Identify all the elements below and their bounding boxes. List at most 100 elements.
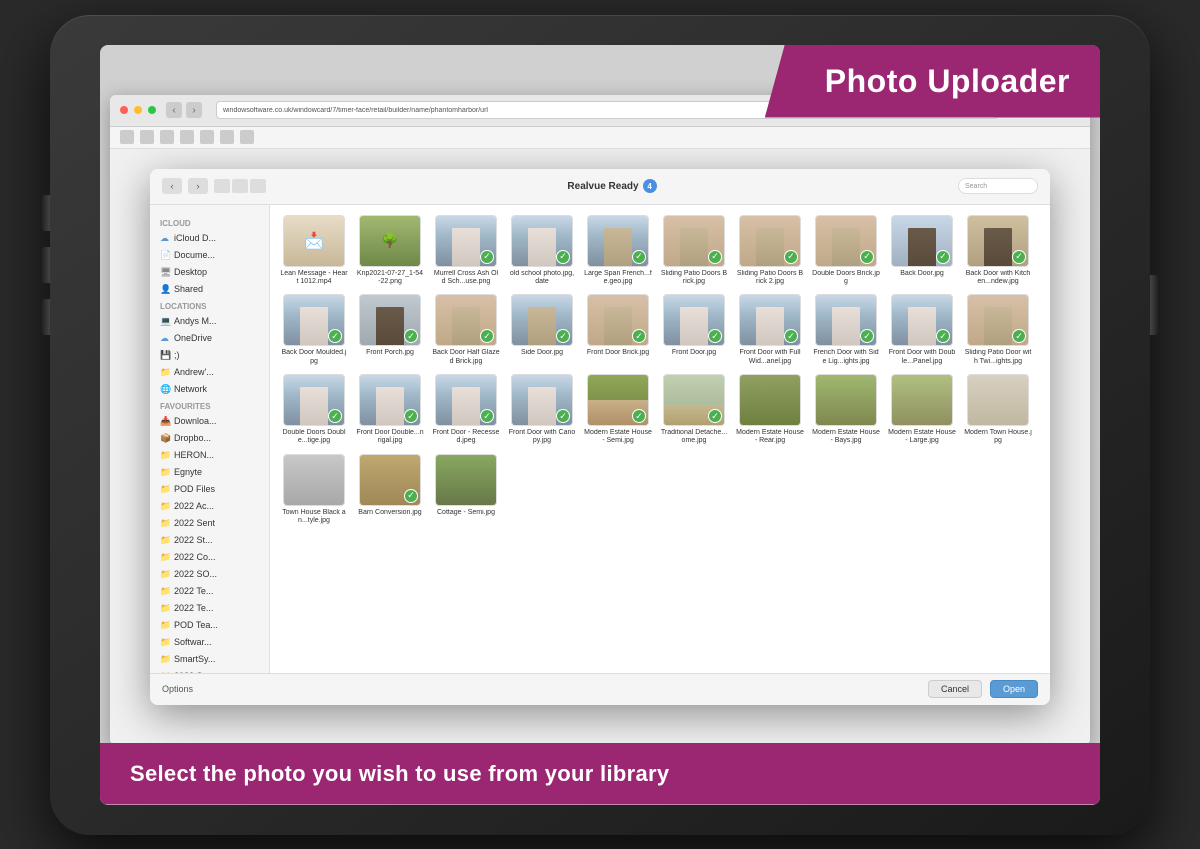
file-item-29[interactable]: Modern Estate House - Large.jpg xyxy=(888,374,956,446)
grid-view-button[interactable] xyxy=(214,179,230,193)
file-item-10[interactable]: ✓ Back Door with Kitchen...ndew.jpg xyxy=(964,215,1032,287)
sidebar-item-pod-tea[interactable]: 📁 POD Tea... xyxy=(150,617,269,634)
file-item-7[interactable]: ✓ Sliding Patio Doors Brick 2.jpg xyxy=(736,215,804,287)
file-item-9[interactable]: ✓ Back Door.jpg xyxy=(888,215,956,287)
file-item-12[interactable]: ✓ Front Porch.jpg xyxy=(356,294,424,366)
forward-nav-button[interactable]: › xyxy=(186,102,202,118)
file-item-24[interactable]: ✓ Front Door with Canopy.jpg xyxy=(508,374,576,446)
browser-window[interactable]: ‹ › windowsoftware.co.uk/windowcard/7/ti… xyxy=(110,95,1090,745)
sidebar-item-icloud-drive[interactable]: ☁ iCloud D... xyxy=(150,230,269,247)
file-item-32[interactable]: ✓ Barn Conversion.jpg xyxy=(356,454,424,526)
bottom-banner: Select the photo you wish to use from yo… xyxy=(100,743,1100,805)
volume-up-button[interactable] xyxy=(42,195,50,231)
file-item-15[interactable]: ✓ Front Door Brick.jpg xyxy=(584,294,652,366)
sidebar-item-2022co[interactable]: 📁 2022 Co... xyxy=(150,549,269,566)
sidebar-label-network: Network xyxy=(174,384,207,394)
file-item-22[interactable]: ✓ Front Door Double...nrigal.jpg xyxy=(356,374,424,446)
sidebar-item-2022so[interactable]: 📁 2022 SO... xyxy=(150,566,269,583)
sidebar-item-2022te2[interactable]: 📁 2022 Te... xyxy=(150,600,269,617)
file-item-21[interactable]: ✓ Double Doors Double...tige.jpg xyxy=(280,374,348,446)
column-view-button[interactable] xyxy=(250,179,266,193)
file-item-18[interactable]: ✓ French Door with Side Lig...ights.jpg xyxy=(812,294,880,366)
file-item-26[interactable]: ✓ Traditional Detache...ome.jpg xyxy=(660,374,728,446)
cancel-button[interactable]: Cancel xyxy=(928,680,982,698)
toolbar-icon-5[interactable] xyxy=(200,130,214,144)
picker-body: iCloud ☁ iCloud D... 📄 Docume... xyxy=(150,205,1050,673)
options-label[interactable]: Options xyxy=(162,684,193,694)
file-item-33[interactable]: Cottage - Semi.jpg xyxy=(432,454,500,526)
file-item-31[interactable]: Town House Black an...tyle.jpg xyxy=(280,454,348,526)
toolbar-icon-2[interactable] xyxy=(140,130,154,144)
sidebar-item-heron[interactable]: 📁 HERON... xyxy=(150,447,269,464)
file-item-19[interactable]: ✓ Front Door with Double...Panel.jpg xyxy=(888,294,956,366)
2022st-icon: 📁 xyxy=(160,535,170,546)
sidebar-item-dropbox[interactable]: 📦 Dropbo... xyxy=(150,430,269,447)
file-item-30[interactable]: Modern Town House.jpg xyxy=(964,374,1032,446)
file-item-28[interactable]: Modern Estate House - Bays.jpg xyxy=(812,374,880,446)
file-item-8[interactable]: ✓ Double Doors Brick.jpg xyxy=(812,215,880,287)
andrew-icon: 📁 xyxy=(160,367,170,378)
check-icon: ✓ xyxy=(784,250,798,264)
list-view-button[interactable] xyxy=(232,179,248,193)
sidebar-item-downloads[interactable]: 📥 Downloa... xyxy=(150,413,269,430)
file-item-17[interactable]: ✓ Front Door with Full Wid...anel.jpg xyxy=(736,294,804,366)
sidebar-item-drive[interactable]: 💾 ;) xyxy=(150,347,269,364)
toolbar-icon-1[interactable] xyxy=(120,130,134,144)
file-item-5[interactable]: ✓ Large Span French...fe.geo.jpg xyxy=(584,215,652,287)
file-item-4[interactable]: ✓ old school photo.jpg,date xyxy=(508,215,576,287)
toolbar-icon-7[interactable] xyxy=(240,130,254,144)
onedrive-icon: ☁ xyxy=(160,333,170,344)
file-item-23[interactable]: ✓ Front Door - Recessed.jpeg xyxy=(432,374,500,446)
sidebar-item-andrew[interactable]: 📁 Andrew'... xyxy=(150,364,269,381)
sidebar-item-smartsy[interactable]: 📁 SmartSy... xyxy=(150,651,269,668)
file-item-11[interactable]: ✓ Back Door Moulded.jpg xyxy=(280,294,348,366)
check-icon: ✓ xyxy=(708,250,722,264)
icloud-section-label: iCloud xyxy=(150,215,269,230)
close-button[interactable] xyxy=(120,106,128,114)
toolbar-icon-6[interactable] xyxy=(220,130,234,144)
search-field[interactable]: Search xyxy=(958,178,1038,194)
volume-down-button[interactable] xyxy=(42,247,50,283)
check-icon: ✓ xyxy=(404,489,418,503)
file-item-14[interactable]: ✓ Side Door.jpg xyxy=(508,294,576,366)
check-icon: ✓ xyxy=(480,250,494,264)
file-item-27[interactable]: Modern Estate House - Rear.jpg xyxy=(736,374,804,446)
sidebar-item-desktop[interactable]: 🖥 Desktop xyxy=(150,264,269,281)
back-nav-button[interactable]: ‹ xyxy=(166,102,182,118)
sidebar-item-egnyte[interactable]: 📁 Egnyte xyxy=(150,464,269,481)
open-button[interactable]: Open xyxy=(990,680,1038,698)
sidebar-item-2022sent[interactable]: 📁 2022 Sent xyxy=(150,515,269,532)
maximize-button[interactable] xyxy=(148,106,156,114)
sidebar-item-onedrive[interactable]: ☁ OneDrive xyxy=(150,330,269,347)
file-item-20[interactable]: ✓ Sliding Patio Door with Twi...ights.jp… xyxy=(964,294,1032,366)
file-item-1[interactable]: 📩 Lean Message - Heart 1012.mp4 xyxy=(280,215,348,287)
sidebar-item-documents[interactable]: 📄 Docume... xyxy=(150,247,269,264)
file-item-2[interactable]: 🌳 Knp2021-07-27_1-54-22.png xyxy=(356,215,424,287)
sidebar-item-2022ac[interactable]: 📁 2022 Ac... xyxy=(150,498,269,515)
picker-forward-button[interactable]: › xyxy=(188,178,208,194)
mute-button[interactable] xyxy=(42,299,50,335)
sidebar-item-pod-files[interactable]: 📁 POD Files xyxy=(150,481,269,498)
toolbar-icon-4[interactable] xyxy=(180,130,194,144)
sidebar-label-documents: Docume... xyxy=(174,250,215,260)
file-item-3[interactable]: ✓ Murrell Cross Ash Old Sch...use.png xyxy=(432,215,500,287)
sidebar-item-shared[interactable]: 👤 Shared xyxy=(150,281,269,298)
file-grid: 📩 Lean Message - Heart 1012.mp4 xyxy=(270,205,1050,673)
sidebar-item-software[interactable]: 📁 Softwar... xyxy=(150,634,269,651)
sidebar-item-andys-mac[interactable]: 💻 Andys M... xyxy=(150,313,269,330)
file-item-6[interactable]: ✓ Sliding Patio Doors Brick.jpg xyxy=(660,215,728,287)
file-item-25[interactable]: ✓ Modern Estate House - Semi.jpg xyxy=(584,374,652,446)
software-icon: 📁 xyxy=(160,637,170,648)
file-picker-dialog[interactable]: ‹ › Realvue Ready 4 xyxy=(150,169,1050,705)
sidebar-item-2022st[interactable]: 📁 2022 St... xyxy=(150,532,269,549)
sidebar-item-network[interactable]: 🌐 Network xyxy=(150,381,269,398)
picker-back-button[interactable]: ‹ xyxy=(162,178,182,194)
tablet-body: Photo Uploader ‹ › windowsoftware.co.uk/… xyxy=(50,15,1150,835)
minimize-button[interactable] xyxy=(134,106,142,114)
toolbar-icon-3[interactable] xyxy=(160,130,174,144)
power-button[interactable] xyxy=(1150,275,1158,335)
file-item-13[interactable]: ✓ Back Door Half Glazed Brick.jpg xyxy=(432,294,500,366)
sidebar-item-2022te1[interactable]: 📁 2022 Te... xyxy=(150,583,269,600)
file-item-16[interactable]: ✓ Front Door.jpg xyxy=(660,294,728,366)
sidebar-label-andrew: Andrew'... xyxy=(174,367,214,377)
